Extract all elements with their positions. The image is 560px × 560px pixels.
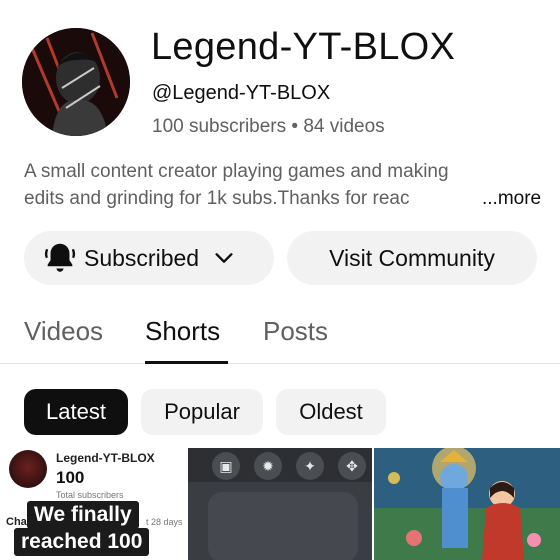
more-link[interactable]: ...more: [480, 185, 542, 212]
short-thumbnail-2[interactable]: ▣ ✹ ✦ ✥: [188, 448, 372, 560]
filter-oldest-chip[interactable]: Oldest: [276, 389, 386, 435]
channel-name: Legend-YT-BLOX: [151, 26, 456, 68]
tab-shorts[interactable]: Shorts: [145, 316, 220, 347]
short-screen-area: [208, 492, 358, 560]
short-text-fragment-right: t 28 days: [146, 517, 183, 527]
tab-posts[interactable]: Posts: [263, 316, 328, 347]
tab-videos[interactable]: Videos: [24, 316, 103, 347]
channel-tabs: Videos Shorts Posts: [0, 300, 560, 364]
short-channel-avatar: [9, 450, 47, 488]
description-line-2: edits and grinding for 1k subs.Thanks fo…: [24, 188, 410, 209]
avatar-art: [22, 28, 130, 136]
chevron-down-icon: [215, 253, 233, 263]
short-text-fragment-left: Cha: [6, 516, 27, 528]
filter-popular-chip[interactable]: Popular: [141, 389, 263, 435]
devotional-art-image: [374, 448, 560, 560]
short-toolbar: ▣ ✹ ✦ ✥: [188, 448, 372, 482]
visit-community-label: Visit Community: [329, 244, 495, 271]
channel-avatar[interactable]: [22, 28, 130, 136]
short-channel-name: Legend-YT-BLOX: [56, 451, 155, 465]
active-tab-indicator: [145, 361, 228, 364]
subscribed-label: Subscribed: [84, 244, 200, 271]
short-count-label: Total subscribers: [56, 490, 124, 500]
channel-description[interactable]: A small content creator playing games an…: [24, 158, 542, 212]
figure-icon: ✦: [296, 452, 324, 480]
visit-community-button[interactable]: Visit Community: [287, 231, 537, 285]
spin-icon: ✥: [338, 452, 366, 480]
short-subscriber-count: 100: [56, 468, 85, 487]
short-thumbnail-1[interactable]: Legend-YT-BLOX 100 Total subscribers Cha…: [0, 448, 186, 560]
channel-handle: @Legend-YT-BLOX: [152, 82, 331, 104]
bell-icon: [44, 243, 76, 272]
short-thumbnail-3[interactable]: [374, 448, 560, 560]
short-caption-line-1: We finally: [27, 501, 139, 529]
description-fade: [424, 185, 484, 212]
gear-icon: ✹: [254, 452, 282, 480]
short-caption-line-2: reached 100: [14, 528, 150, 556]
subscribed-button[interactable]: Subscribed: [24, 231, 274, 285]
description-line-1: A small content creator playing games an…: [24, 161, 449, 182]
filter-latest-chip[interactable]: Latest: [24, 389, 128, 435]
image-icon: ▣: [212, 452, 240, 480]
channel-stats: 100 subscribers • 84 videos: [152, 116, 385, 137]
